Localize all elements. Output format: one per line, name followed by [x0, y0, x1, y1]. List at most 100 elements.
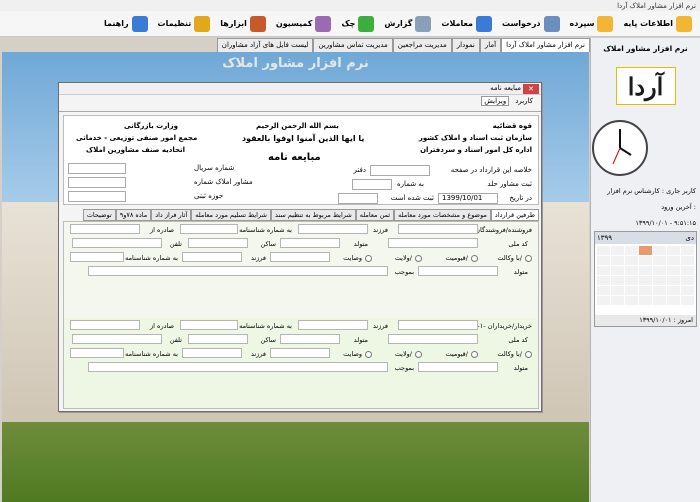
seller-custody-radio[interactable]	[415, 255, 422, 262]
calendar-day[interactable]	[639, 286, 652, 295]
calendar-day[interactable]	[611, 246, 624, 255]
buyer-born[interactable]	[280, 334, 340, 344]
calendar-day[interactable]	[639, 276, 652, 285]
tab-2[interactable]: نمودار	[451, 38, 480, 52]
seller-agent-father[interactable]	[182, 252, 242, 262]
buyer-resident[interactable]	[188, 334, 248, 344]
form-tab-7[interactable]: توضیحات	[82, 209, 116, 221]
seller-resident[interactable]	[188, 238, 248, 248]
menu-item-1[interactable]: سپرده	[566, 13, 618, 35]
doc-input[interactable]	[338, 193, 378, 204]
calendar-day[interactable]	[681, 246, 694, 255]
calendar-day[interactable]	[639, 266, 652, 275]
menu-item-8[interactable]: تنظیمات	[154, 13, 215, 35]
calendar-day[interactable]	[625, 296, 638, 305]
seller-father[interactable]	[298, 224, 368, 234]
calendar-day[interactable]	[653, 286, 666, 295]
form-tab-4[interactable]: شرایط تسلیم مورد معامله	[191, 209, 271, 221]
calendar-day[interactable]	[681, 266, 694, 275]
calendar-today[interactable]: امروز : ۱۳۹۹/۱۰/۰۱	[595, 315, 696, 326]
calendar-day[interactable]	[611, 286, 624, 295]
buyer-agent-born[interactable]	[418, 362, 498, 372]
zone-input[interactable]	[68, 191, 126, 202]
seller-id[interactable]	[180, 224, 238, 234]
tab-3[interactable]: مدیریت مراجعین	[392, 38, 452, 52]
menu-item-3[interactable]: معاملات	[437, 13, 496, 35]
menu-usage[interactable]: کاربرد	[513, 97, 535, 105]
summary-input[interactable]	[370, 165, 430, 176]
menu-item-0[interactable]: اطلاعات پایه	[619, 13, 696, 35]
serial-input[interactable]	[68, 163, 126, 174]
form-tab-2[interactable]: ثمن معامله	[355, 209, 395, 221]
buyer-national[interactable]	[388, 334, 478, 344]
calendar-day[interactable]	[667, 256, 680, 265]
calendar-day[interactable]	[611, 296, 624, 305]
calendar-day[interactable]	[681, 286, 694, 295]
buyer-dated[interactable]	[88, 362, 388, 372]
calendar-month[interactable]: دی	[685, 234, 694, 242]
buyer-agent-id[interactable]	[70, 348, 124, 358]
calendar-day[interactable]	[653, 246, 666, 255]
calendar-day[interactable]	[667, 266, 680, 275]
calendar-day[interactable]	[667, 276, 680, 285]
calendar-day[interactable]	[653, 256, 666, 265]
tab-1[interactable]: آمار	[479, 38, 502, 52]
calendar-day[interactable]	[625, 246, 638, 255]
buyer-custody-radio[interactable]	[415, 351, 422, 358]
calendar-day[interactable]	[597, 256, 610, 265]
tab-5[interactable]: لیست فایل های آزاد مشاوران	[216, 38, 314, 52]
calendar-day[interactable]	[639, 296, 652, 305]
tab-4[interactable]: مدیریت تماس مشاورین	[313, 38, 393, 52]
form-tab-5[interactable]: آثار فراز داد	[151, 209, 192, 221]
calendar[interactable]: ۱۳۹۹ دی امروز : ۱۳۹۹/۱۰/۰۱	[594, 231, 697, 327]
seller-dated[interactable]	[88, 266, 388, 276]
menu-item-2[interactable]: درخواست	[498, 13, 564, 35]
calendar-day[interactable]	[639, 246, 652, 255]
calendar-day[interactable]	[625, 276, 638, 285]
calendar-day[interactable]	[597, 276, 610, 285]
calendar-day[interactable]	[639, 256, 652, 265]
seller-phone[interactable]	[72, 238, 162, 248]
calendar-day[interactable]	[667, 286, 680, 295]
seller-agent-born[interactable]	[418, 266, 498, 276]
buyer-will-radio[interactable]	[365, 351, 372, 358]
calendar-day[interactable]	[597, 266, 610, 275]
calendar-day[interactable]	[611, 276, 624, 285]
seller-agent-id[interactable]	[70, 252, 124, 262]
calendar-day[interactable]	[653, 276, 666, 285]
buyer-issued[interactable]	[70, 320, 140, 330]
date-input[interactable]: 1399/10/01	[438, 193, 498, 204]
menu-item-7[interactable]: ابزارها	[216, 13, 270, 35]
seller-born[interactable]	[280, 238, 340, 248]
calendar-day[interactable]	[681, 296, 694, 305]
tab-0[interactable]: نرم افزار مشاور املاک آردا	[501, 38, 590, 52]
calendar-day[interactable]	[597, 246, 610, 255]
form-tab-0[interactable]: طرفین قرارداد	[490, 209, 539, 221]
calendar-day[interactable]	[597, 286, 610, 295]
seller-agency-radio[interactable]	[525, 255, 532, 262]
menu-item-9[interactable]: راهنما	[100, 13, 152, 35]
form-tab-6[interactable]: ماده ۷۸و۹	[115, 209, 152, 221]
seller-national[interactable]	[388, 238, 478, 248]
calendar-day[interactable]	[611, 266, 624, 275]
buyer-phone[interactable]	[72, 334, 162, 344]
form-tab-3[interactable]: شرایط مربوط به تنظیم سند	[270, 209, 356, 221]
calendar-day[interactable]	[611, 256, 624, 265]
number-input[interactable]	[352, 179, 392, 190]
close-icon[interactable]: ✕	[523, 84, 539, 94]
buyer-agent-father[interactable]	[182, 348, 242, 358]
calendar-year[interactable]: ۱۳۹۹	[597, 234, 612, 242]
seller-will-radio[interactable]	[365, 255, 372, 262]
buyer-name[interactable]	[398, 320, 478, 330]
calendar-day[interactable]	[625, 286, 638, 295]
calendar-day[interactable]	[625, 256, 638, 265]
menu-edit[interactable]: ویرایش	[481, 95, 510, 106]
calendar-day[interactable]	[667, 296, 680, 305]
calendar-day[interactable]	[653, 296, 666, 305]
buyer-agency-name[interactable]	[270, 348, 330, 358]
calendar-day[interactable]	[681, 256, 694, 265]
calendar-day[interactable]	[597, 296, 610, 305]
buyer-agency-radio[interactable]	[525, 351, 532, 358]
form-tab-1[interactable]: موضوع و مشخصات مورد معامله	[394, 209, 491, 221]
buyer-guardian-radio[interactable]	[471, 351, 478, 358]
